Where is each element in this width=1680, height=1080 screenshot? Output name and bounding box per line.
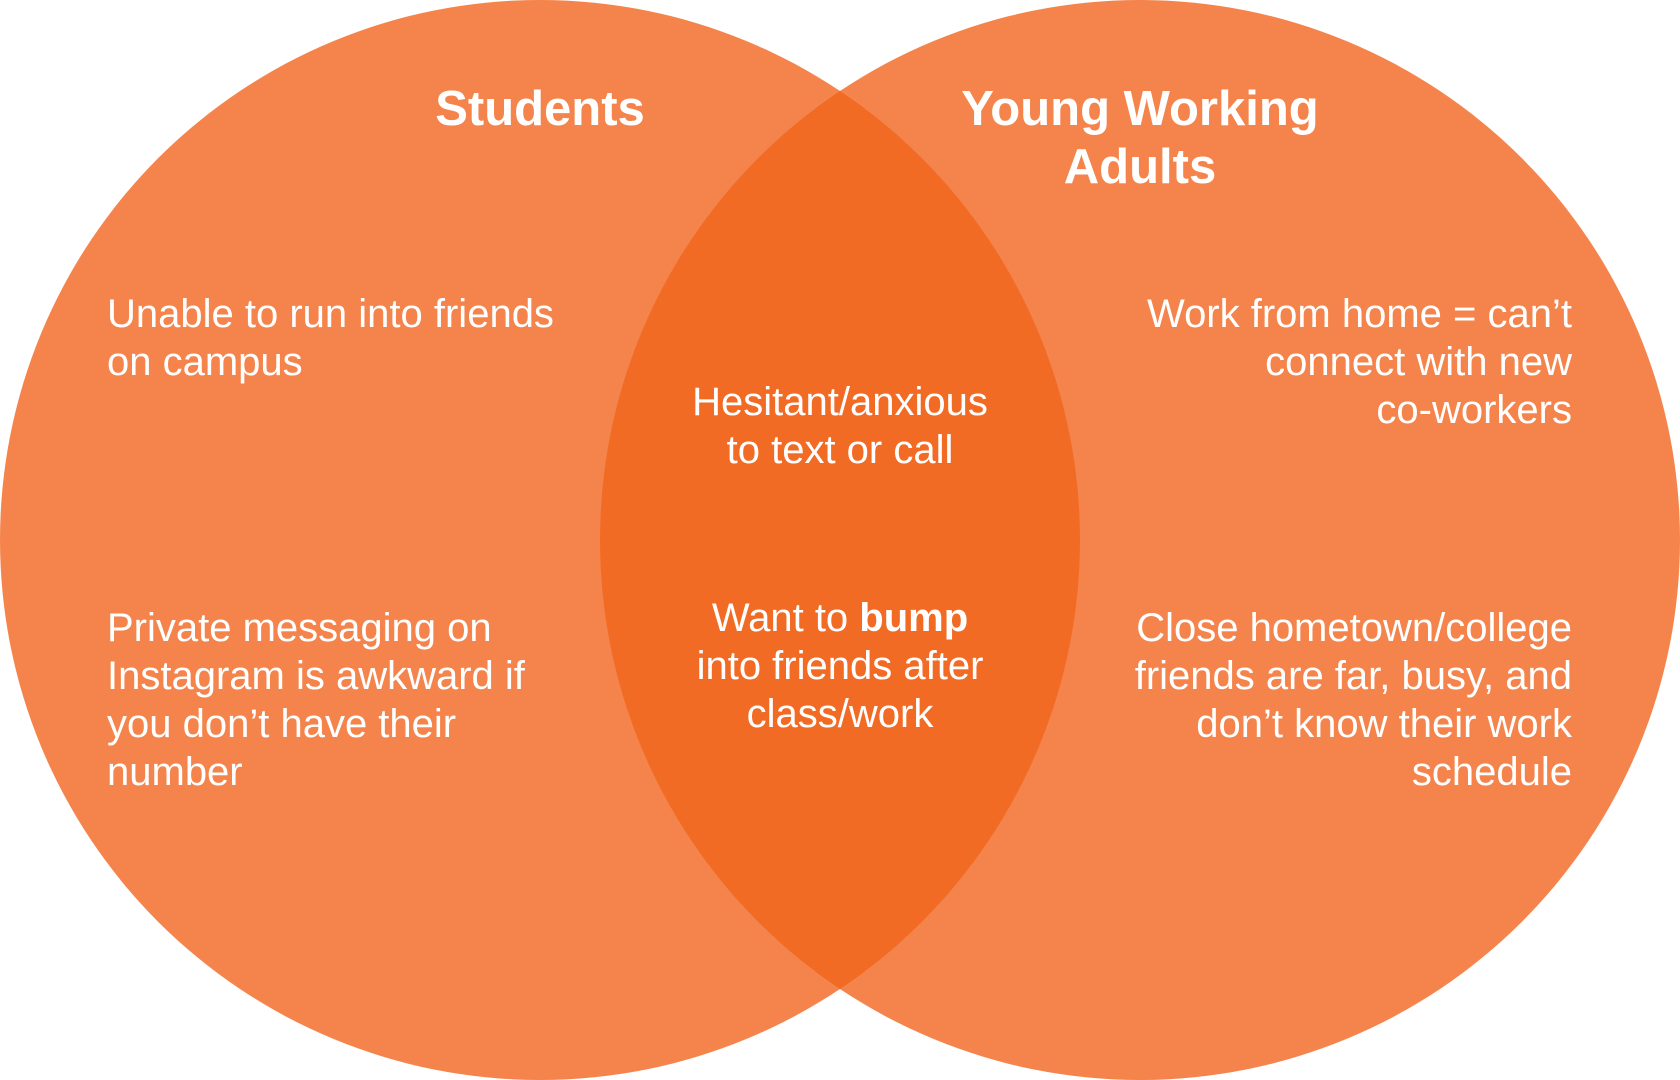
shared-point-2-suffix: into friends after class/work	[696, 644, 984, 736]
young-working-adults-title: Young Working Adults	[961, 82, 1319, 194]
students-point-2: Private messaging on Instagram is awkwar…	[107, 606, 525, 794]
adults-point-2: Close hometown/college friends are far, …	[1134, 606, 1572, 794]
venn-diagram	[0, 0, 1680, 1080]
shared-point-2-prefix: Want to	[711, 596, 860, 640]
shared-point-1: Hesitant/anxious to text or call	[692, 380, 988, 472]
adults-point-1: Work from home = can’t connect with new …	[1147, 292, 1572, 432]
shared-point-2: Want to bump into friends after class/wo…	[640, 594, 1040, 738]
students-point-1: Unable to run into friends on campus	[107, 292, 554, 384]
shared-point-2-emphasis: bump	[859, 596, 969, 640]
students-title: Students	[435, 82, 645, 136]
